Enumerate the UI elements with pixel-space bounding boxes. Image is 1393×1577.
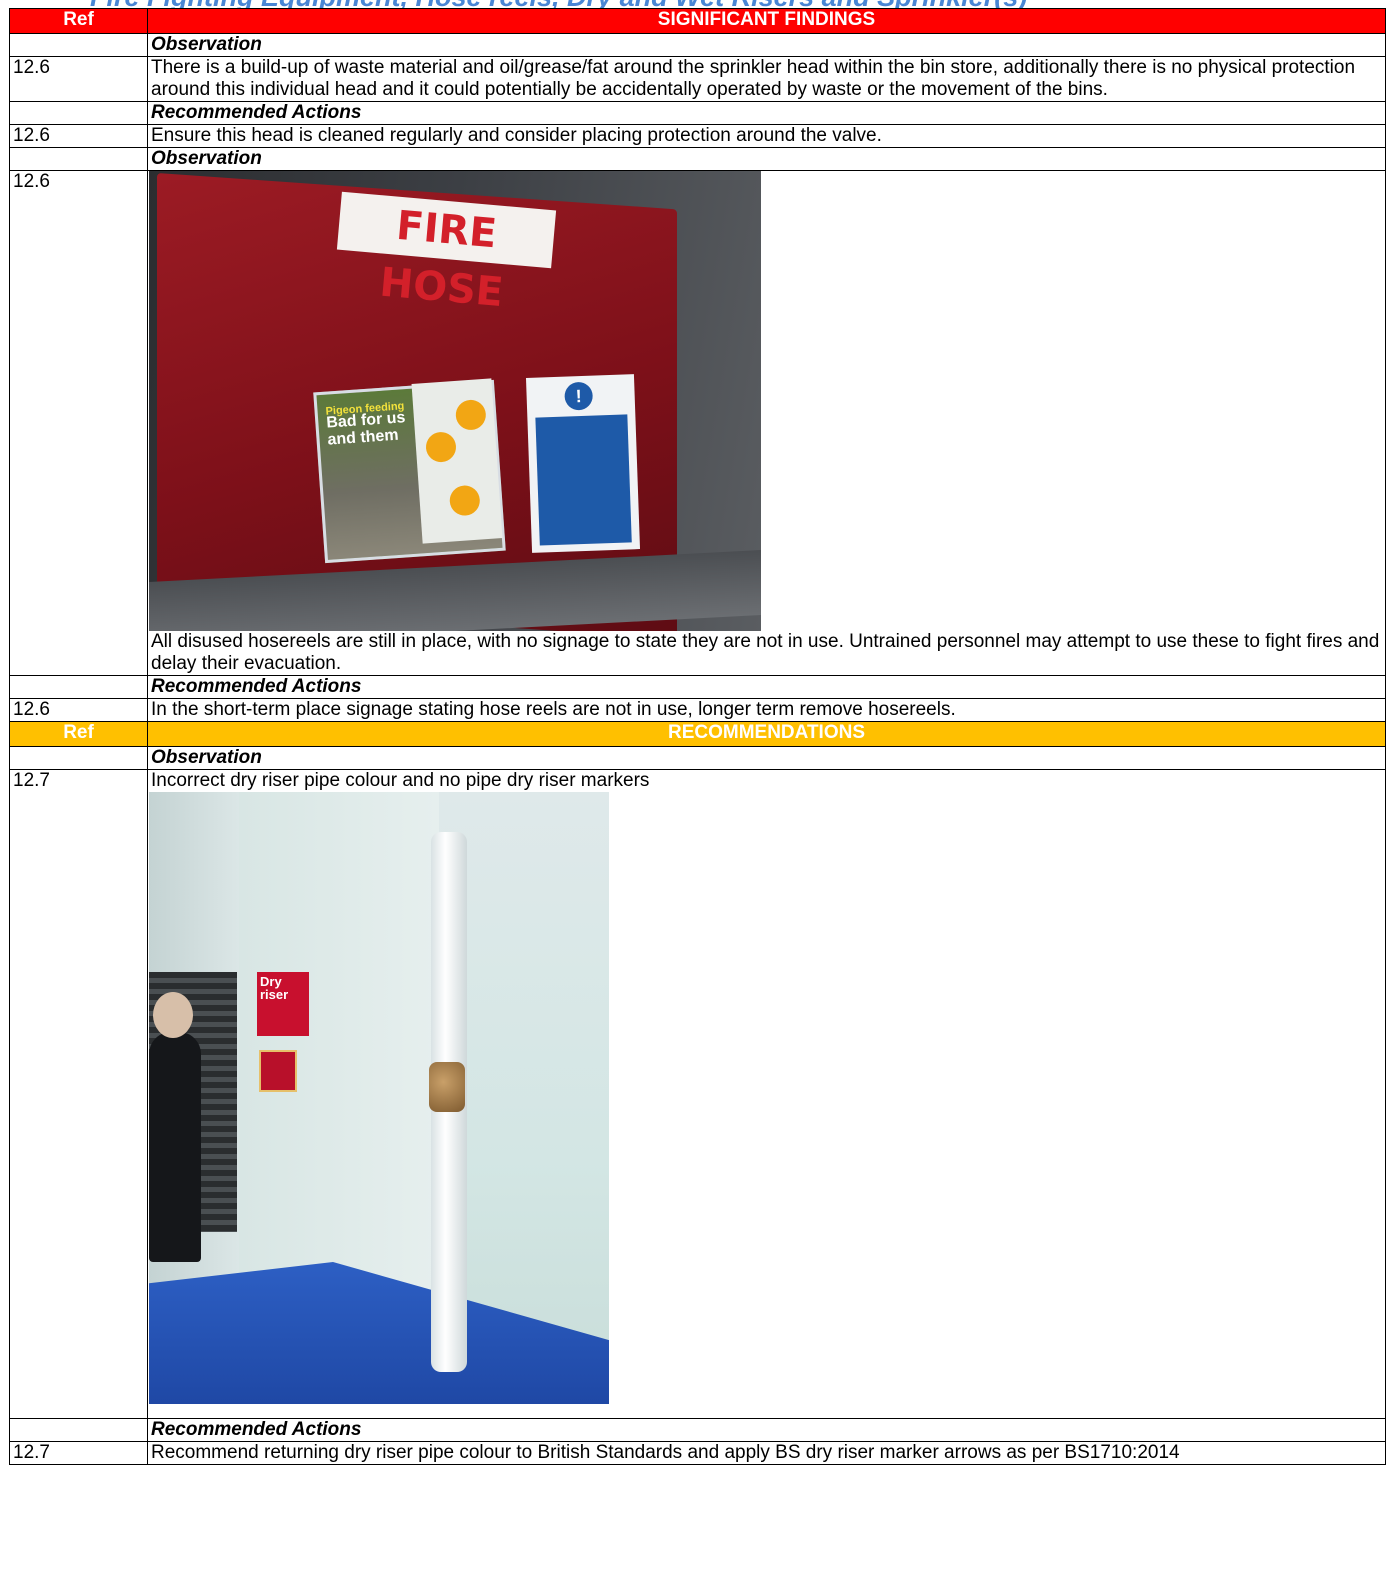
observation-label: Observation [147, 33, 1386, 57]
blue-floor [149, 1262, 609, 1404]
table-row: 12.6 There is a build-up of waste materi… [9, 56, 1386, 102]
findings-table: Ref SIGNIFICANT FINDINGS Observation 12.… [9, 8, 1386, 1465]
ref-cell: 12.7 [9, 1441, 148, 1465]
table-row: 12.6 In the short-term place signage sta… [9, 698, 1386, 722]
riser-valve [429, 1062, 465, 1112]
ref-cell: 12.6 [9, 170, 148, 676]
recommendations-header: Ref RECOMMENDATIONS [9, 721, 1386, 747]
recommended-actions-label: Recommended Actions [147, 101, 1386, 125]
observation-text: Incorrect dry riser pipe colour and no p… [151, 770, 650, 791]
recommended-label-row: Recommended Actions [9, 101, 1386, 125]
table-row: 12.6 FIRE HOSE Pigeon feeding Bad for us… [9, 170, 1386, 676]
info-icon: ! [564, 381, 594, 411]
orange-ball [448, 484, 481, 517]
orange-ball [454, 398, 487, 431]
recommended-actions-label: Recommended Actions [147, 1418, 1386, 1442]
ref-header: Ref [9, 8, 148, 34]
dry-riser-small-sign [259, 1050, 297, 1092]
table-row: 12.7 Incorrect dry riser pipe colour and… [9, 769, 1386, 1419]
recommendations-title: RECOMMENDATIONS [147, 721, 1386, 747]
observation-label: Observation [147, 147, 1386, 171]
fire-hose-cabinet-photo: FIRE HOSE Pigeon feeding Bad for us and … [149, 171, 761, 631]
significant-findings-header: Ref SIGNIFICANT FINDINGS [9, 8, 1386, 34]
ref-cell: 12.6 [9, 698, 148, 722]
dry-riser-pipe-photo: Dry riser [149, 792, 609, 1404]
observation-text: There is a build-up of waste material an… [147, 56, 1386, 102]
bird-poster [411, 378, 503, 544]
observation-label-row: Observation [9, 746, 1386, 770]
observation-label-row: Observation [9, 33, 1386, 57]
recommended-label-row: Recommended Actions [9, 675, 1386, 699]
orange-ball [424, 431, 457, 464]
ref-header: Ref [9, 721, 148, 747]
observation-label: Observation [147, 746, 1386, 770]
table-row: 12.6 Ensure this head is cleaned regular… [9, 124, 1386, 148]
page-heading: Fire Fighting Equipment, Hose reels, Dry… [0, 0, 1393, 8]
fire-evacuation-poster: ! [525, 374, 641, 553]
ref-cell: 12.6 [9, 56, 148, 102]
recommended-action-text: In the short-term place signage stating … [147, 698, 1386, 722]
observation-text: All disused hosereels are still in place… [151, 631, 1380, 674]
recommended-label-row: Recommended Actions [9, 1418, 1386, 1442]
significant-findings-title: SIGNIFICANT FINDINGS [147, 8, 1386, 34]
dry-riser-sign: Dry riser [257, 972, 309, 1036]
observation-label-row: Observation [9, 147, 1386, 171]
recommended-action-text: Recommend returning dry riser pipe colou… [147, 1441, 1386, 1465]
ref-cell: 12.7 [9, 769, 148, 1419]
table-row: 12.7 Recommend returning dry riser pipe … [9, 1441, 1386, 1465]
recommended-action-text: Ensure this head is cleaned regularly an… [147, 124, 1386, 148]
person [149, 1032, 201, 1262]
ref-cell: 12.6 [9, 124, 148, 148]
recommended-actions-label: Recommended Actions [147, 675, 1386, 699]
